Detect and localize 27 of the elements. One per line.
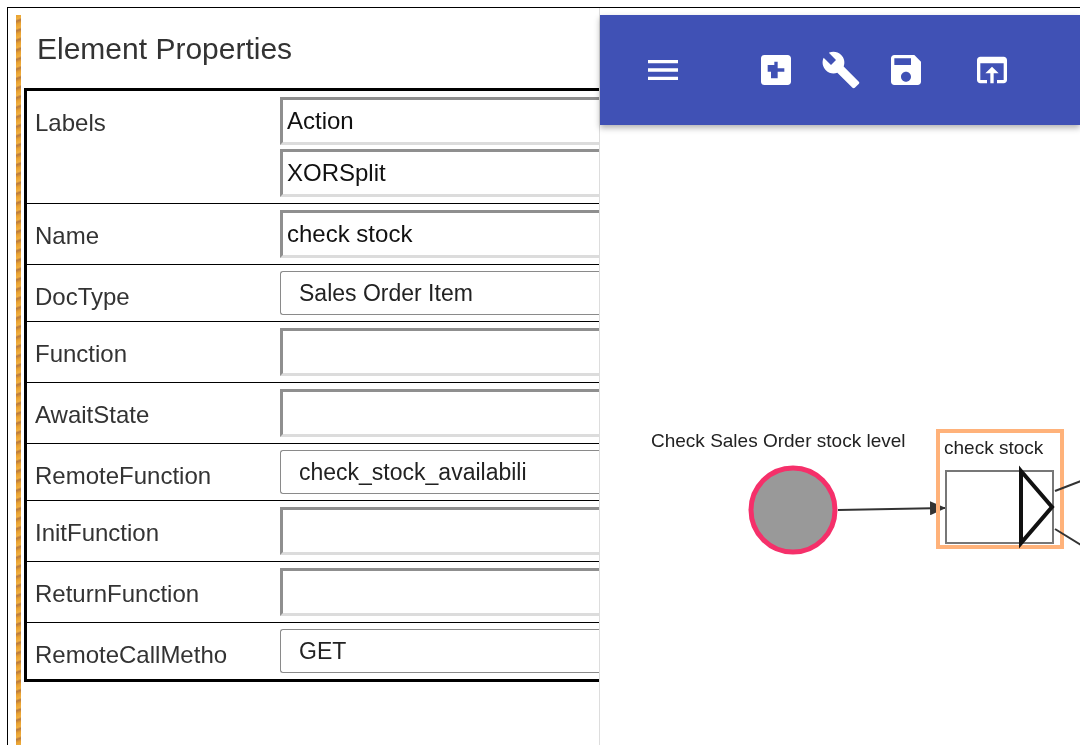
panel-title: Element Properties xyxy=(36,30,294,67)
task-label: check stock xyxy=(944,437,1044,458)
text-field[interactable] xyxy=(280,568,599,616)
start-event[interactable] xyxy=(748,465,838,555)
text-field[interactable] xyxy=(280,507,599,555)
connector-line xyxy=(1054,528,1080,546)
dropdown[interactable]: Sales Order Item xyxy=(280,271,599,315)
text-field[interactable] xyxy=(280,328,599,376)
property-label: Labels xyxy=(34,108,107,138)
property-label: InitFunction xyxy=(34,518,161,548)
property-label: ReturnFunction xyxy=(34,579,201,609)
property-label: Function xyxy=(34,339,129,369)
property-label: RemoteCallMetho xyxy=(34,640,229,670)
connector-line xyxy=(1054,480,1080,492)
property-label: DocType xyxy=(34,282,131,312)
start-event-label: Check Sales Order stock level xyxy=(651,430,906,451)
task-node[interactable] xyxy=(945,465,1055,549)
property-label: RemoteFunction xyxy=(34,461,213,491)
text-field[interactable]: check stock xyxy=(280,210,599,258)
property-label: Name xyxy=(34,221,101,251)
text-field[interactable]: XORSplit xyxy=(280,149,599,197)
property-label: AwaitState xyxy=(34,400,151,430)
text-field[interactable]: Action xyxy=(280,97,599,145)
dropdown[interactable]: GET xyxy=(280,629,599,673)
dropdown[interactable]: check_stock_availabili xyxy=(280,450,599,494)
text-field[interactable] xyxy=(280,389,599,437)
wrench-icon[interactable] xyxy=(821,50,861,90)
